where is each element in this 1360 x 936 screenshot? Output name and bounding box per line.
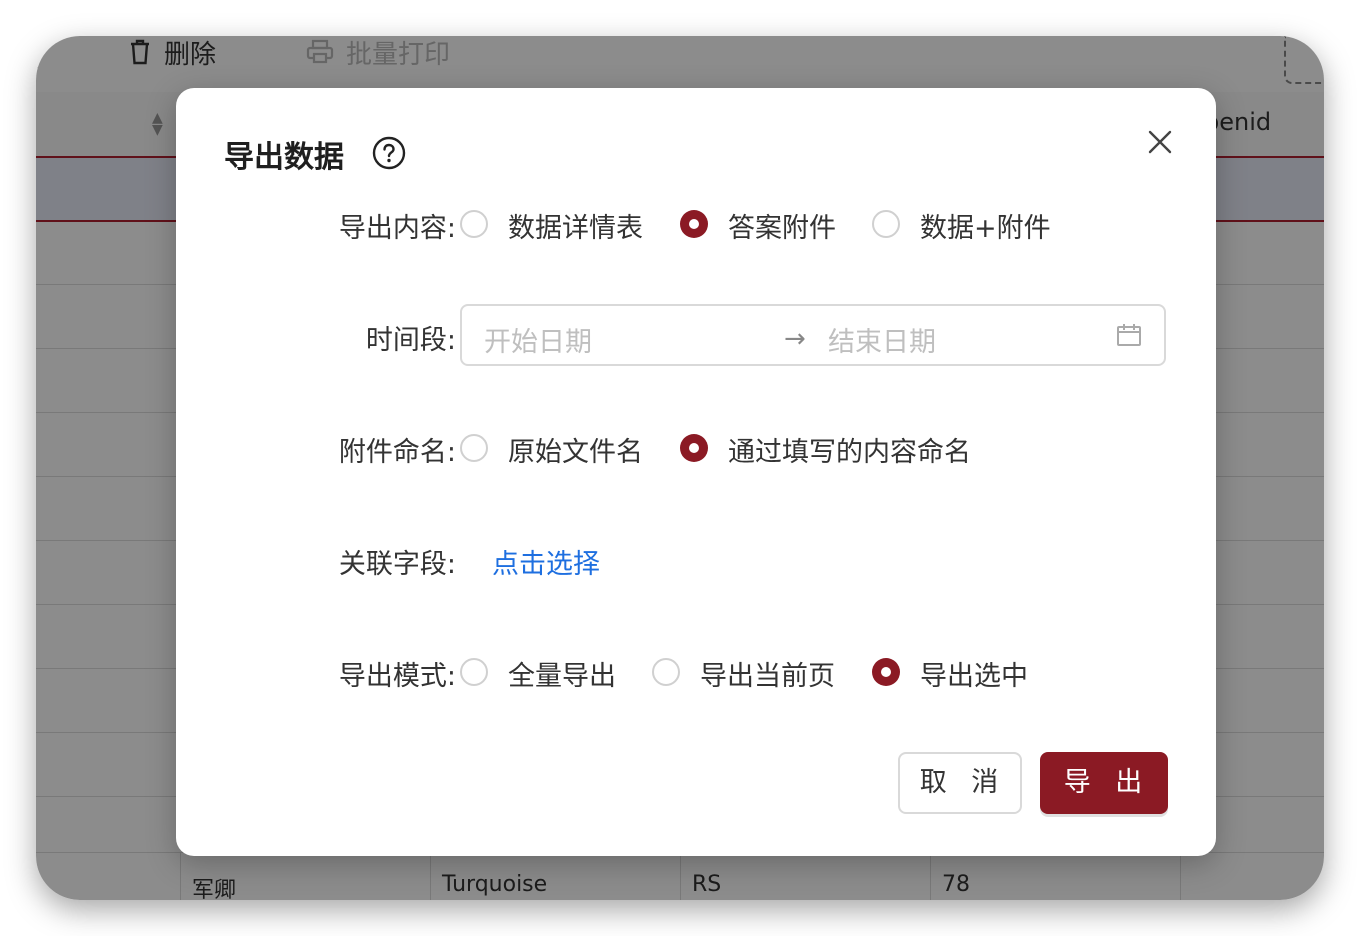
option-answer-attachment[interactable]: 答案附件 bbox=[728, 206, 836, 245]
attachment-naming-label: 附件命名: bbox=[338, 437, 456, 468]
radio-original-filename[interactable] bbox=[460, 434, 488, 462]
radio-answer-attachment[interactable] bbox=[680, 210, 708, 238]
arrow-right-icon: → bbox=[784, 324, 806, 354]
option-content-naming[interactable]: 通过填写的内容命名 bbox=[728, 430, 971, 469]
close-icon[interactable] bbox=[1148, 130, 1172, 154]
date-range-picker[interactable]: 开始日期 → 结束日期 bbox=[460, 304, 1166, 366]
option-export-current-page[interactable]: 导出当前页 bbox=[700, 654, 835, 693]
option-export-selected[interactable]: 导出选中 bbox=[920, 654, 1028, 693]
export-content-label: 导出内容: bbox=[338, 213, 456, 244]
help-circle-icon[interactable] bbox=[372, 136, 406, 170]
option-export-all[interactable]: 全量导出 bbox=[508, 654, 616, 693]
radio-data-detail[interactable] bbox=[460, 210, 488, 238]
option-original-filename[interactable]: 原始文件名 bbox=[508, 430, 643, 469]
radio-content-naming[interactable] bbox=[680, 434, 708, 462]
cancel-button[interactable]: 取 消 bbox=[898, 752, 1022, 814]
time-range-label: 时间段: bbox=[365, 325, 456, 356]
dialog-title: 导出数据 bbox=[224, 140, 344, 175]
export-dialog: 导出数据 导出内容: 数据详情表 答案附件 数据+附件 时间段: 开始日期 → … bbox=[176, 88, 1216, 856]
radio-export-selected[interactable] bbox=[872, 658, 900, 686]
end-date-input[interactable]: 结束日期 bbox=[828, 320, 936, 359]
start-date-input[interactable]: 开始日期 bbox=[484, 320, 592, 359]
export-mode-label: 导出模式: bbox=[338, 661, 456, 692]
option-data-plus-attachment[interactable]: 数据+附件 bbox=[920, 206, 1051, 245]
linked-fields-label: 关联字段: bbox=[338, 549, 456, 580]
radio-export-all[interactable] bbox=[460, 658, 488, 686]
radio-export-current-page[interactable] bbox=[652, 658, 680, 686]
select-fields-link[interactable]: 点击选择 bbox=[492, 542, 600, 581]
radio-data-plus-attachment[interactable] bbox=[872, 210, 900, 238]
export-button[interactable]: 导 出 bbox=[1040, 752, 1168, 814]
option-data-detail[interactable]: 数据详情表 bbox=[508, 206, 643, 245]
calendar-icon[interactable] bbox=[1116, 322, 1142, 348]
